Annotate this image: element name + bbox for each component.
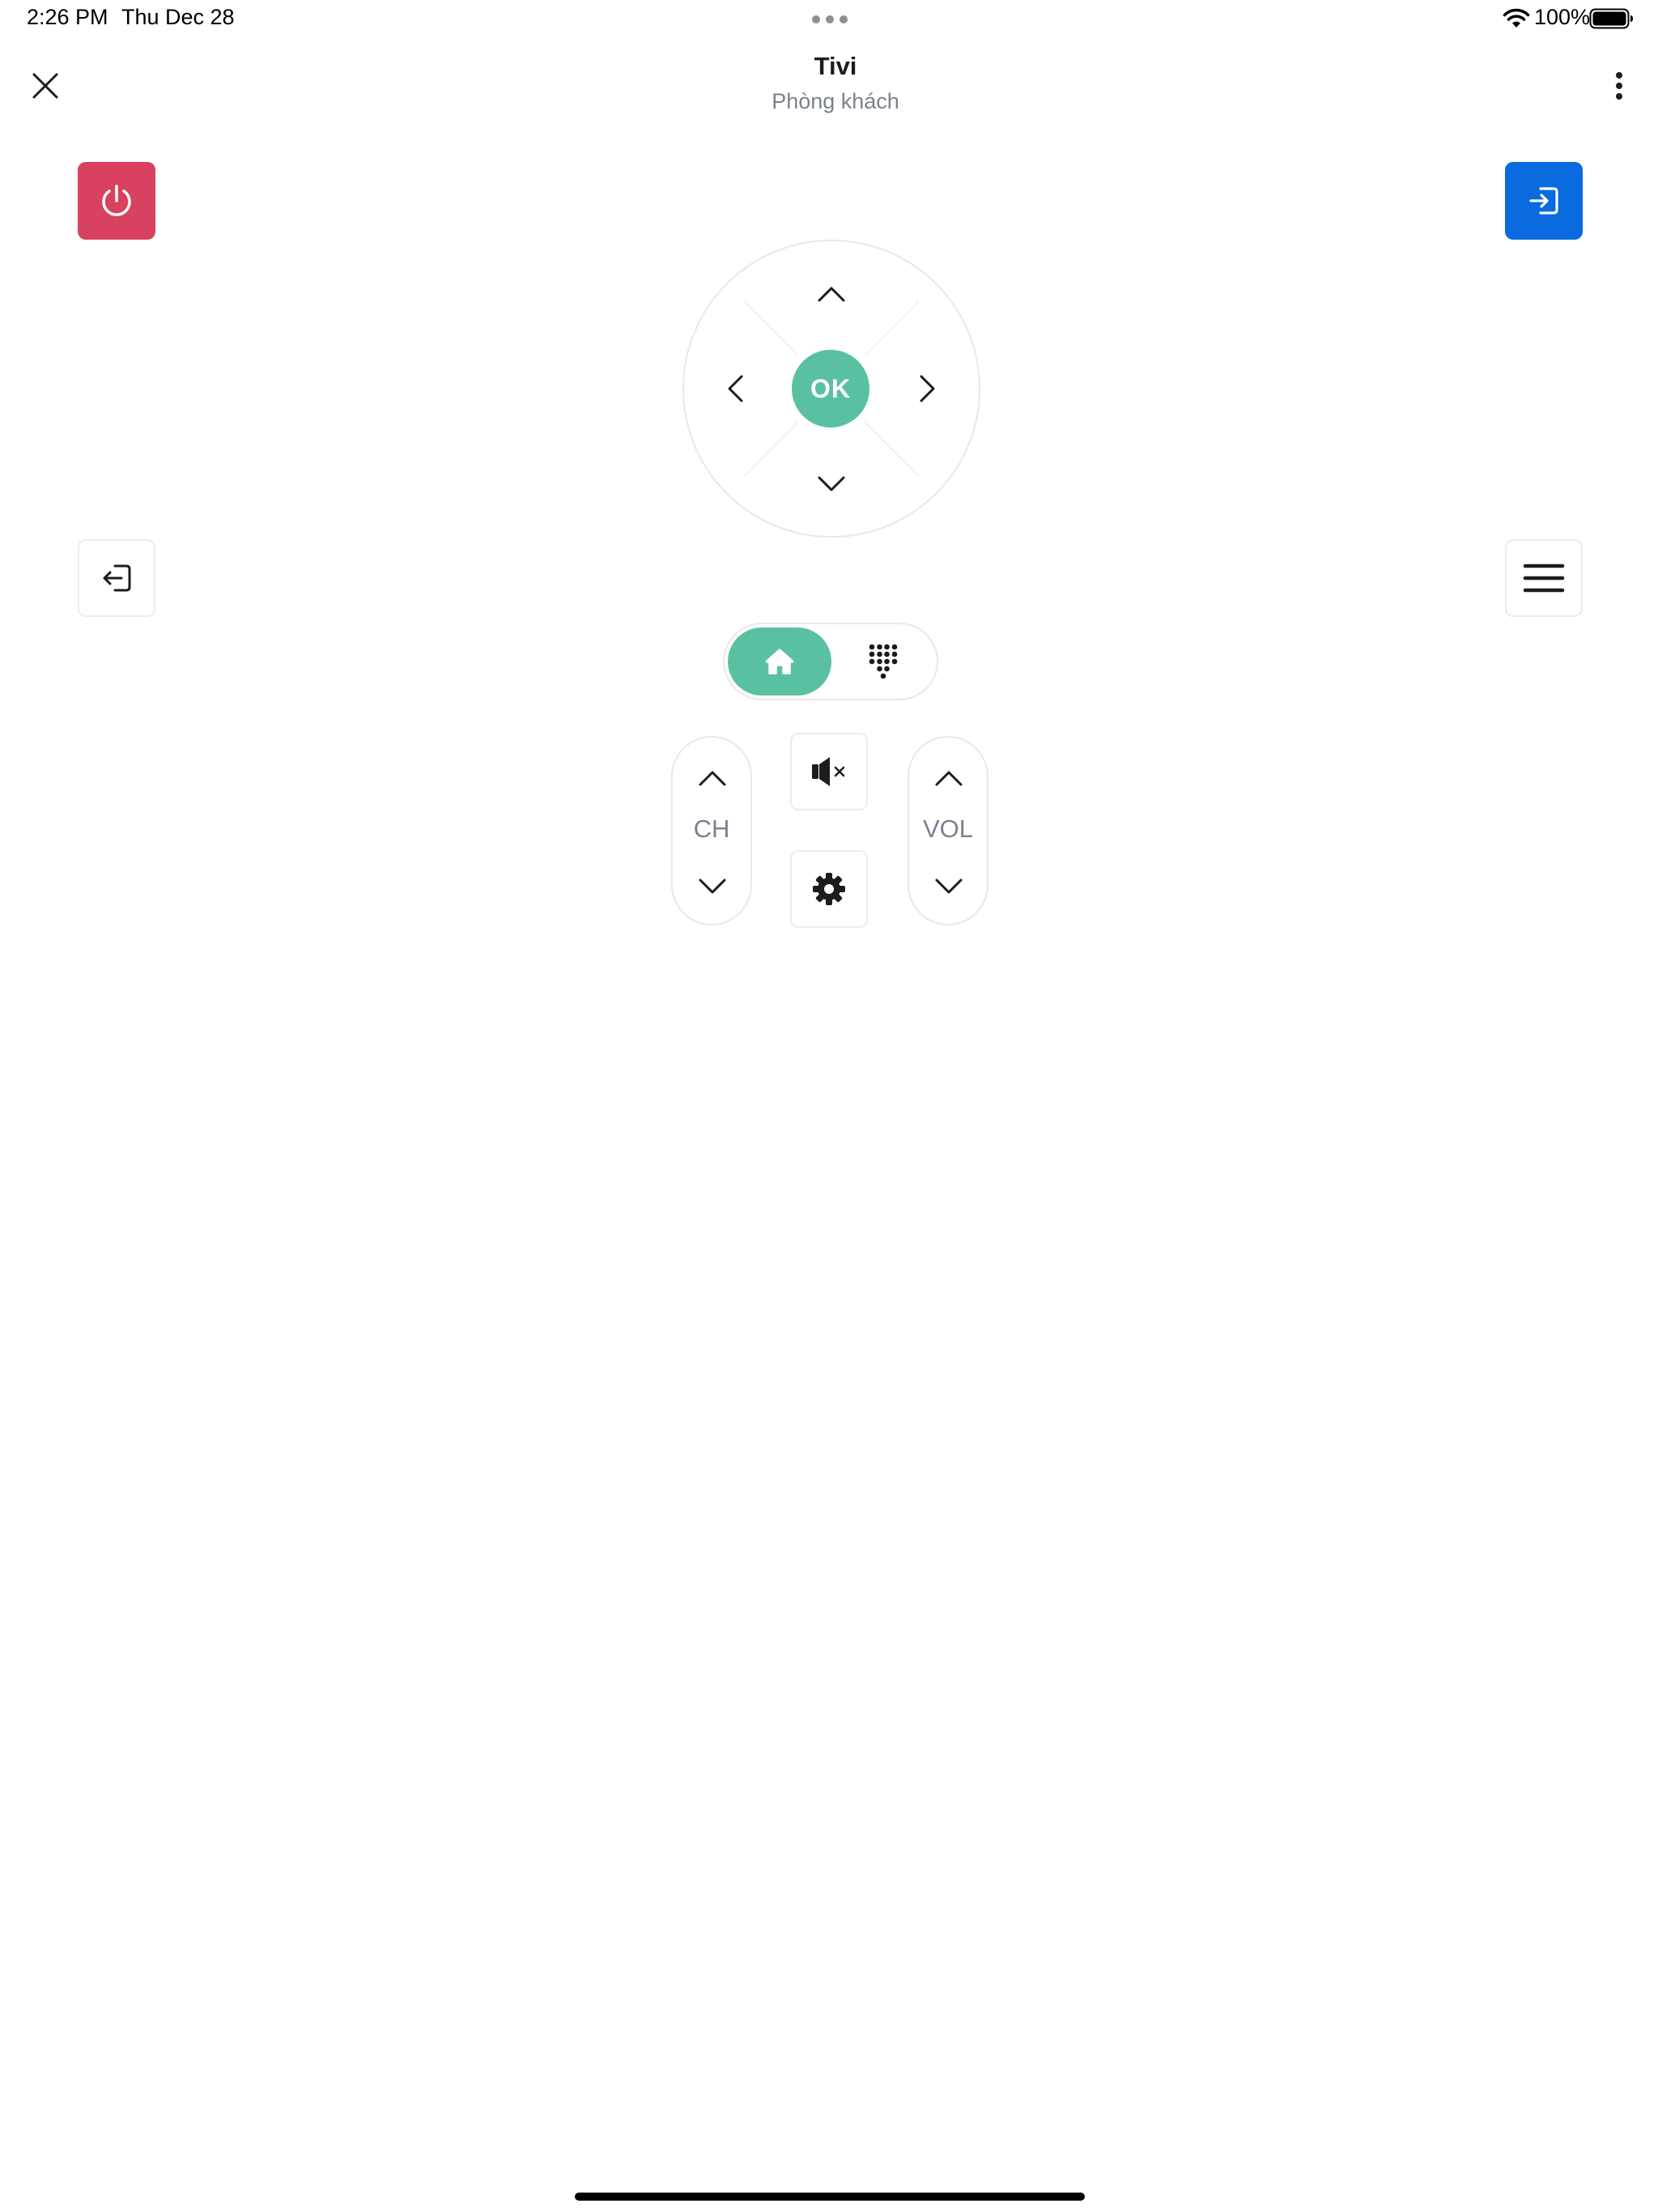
chevron-up-icon <box>818 287 845 302</box>
home-icon <box>765 649 794 674</box>
battery-icon <box>1589 8 1633 29</box>
home-indicator[interactable] <box>575 2193 1085 2201</box>
back-button[interactable] <box>78 539 155 617</box>
input-icon <box>1529 187 1558 215</box>
channel-up-button[interactable] <box>684 754 741 802</box>
wifi-icon <box>1503 8 1530 28</box>
more-vertical-icon <box>1616 72 1622 79</box>
chevron-up-icon <box>935 771 963 786</box>
multitasking-dots-icon[interactable] <box>812 15 848 23</box>
dpad-down-button[interactable] <box>803 456 860 513</box>
input-source-button[interactable] <box>1505 162 1583 240</box>
channel-rocker: CH <box>671 736 752 925</box>
ok-button[interactable]: OK <box>792 350 869 428</box>
home-tab[interactable] <box>728 627 831 696</box>
volume-label: VOL <box>922 815 974 843</box>
keypad-icon <box>869 644 898 679</box>
home-keypad-toggle <box>723 623 938 700</box>
chevron-down-icon <box>818 476 845 491</box>
mute-button[interactable] <box>790 733 868 810</box>
settings-button[interactable] <box>790 850 868 928</box>
volume-rocker: VOL <box>908 736 988 925</box>
chevron-up-icon <box>699 771 726 786</box>
volume-up-button[interactable] <box>920 754 977 802</box>
status-time: 2:26 PM <box>27 5 108 29</box>
mute-icon <box>812 757 845 786</box>
chevron-down-icon <box>699 878 726 894</box>
dpad-up-button[interactable] <box>803 266 860 322</box>
status-date: Thu Dec 28 <box>121 5 235 29</box>
more-options-button[interactable] <box>1603 66 1635 105</box>
menu-button[interactable] <box>1505 539 1583 617</box>
volume-down-button[interactable] <box>920 862 977 911</box>
dpad: OK <box>682 240 980 538</box>
page-title: Tivi <box>814 52 857 80</box>
power-icon <box>102 185 131 216</box>
channel-down-button[interactable] <box>684 862 741 911</box>
power-button[interactable] <box>78 162 155 240</box>
dpad-left-button[interactable] <box>707 360 763 417</box>
chevron-left-icon <box>728 375 743 402</box>
battery-percent: 100% <box>1534 5 1591 29</box>
channel-label: CH <box>693 815 730 843</box>
chevron-down-icon <box>935 878 963 894</box>
chevron-right-icon <box>920 375 935 402</box>
keypad-tab[interactable] <box>833 627 933 696</box>
dpad-right-button[interactable] <box>899 360 956 417</box>
settings-gear-icon <box>813 873 845 905</box>
exit-icon <box>103 564 131 592</box>
hamburger-menu-icon <box>1523 564 1565 593</box>
room-subtitle: Phòng khách <box>772 89 899 113</box>
